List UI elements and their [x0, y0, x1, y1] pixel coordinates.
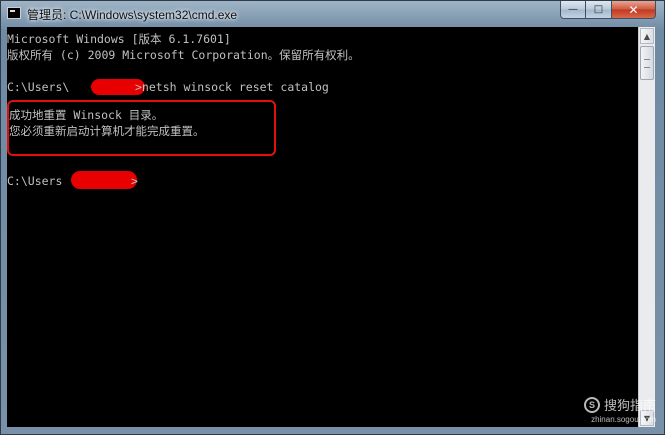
- console-line-copyright: 版权所有 (c) 2009 Microsoft Corporation。保留所有…: [7, 48, 360, 62]
- cmd-app-icon[interactable]: [7, 7, 21, 19]
- redacted-username-2: [71, 171, 137, 189]
- console-output[interactable]: Microsoft Windows [版本 6.1.7601] 版权所有 (c)…: [7, 27, 638, 427]
- console-line-version: Microsoft Windows [版本 6.1.7601]: [7, 32, 231, 46]
- highlight-annotation: [7, 100, 276, 156]
- sogou-watermark: S 搜狗指南 zhinan.sogou.com: [583, 395, 656, 424]
- console-prompt-path: C:\Users\: [7, 80, 70, 94]
- vertical-scrollbar[interactable]: ▲ ▼: [638, 27, 655, 427]
- sogou-logo-icon: S: [583, 396, 600, 413]
- console-command: >netsh winsock reset catalog: [135, 80, 329, 94]
- console-prompt-cursor: >: [131, 174, 138, 188]
- minimize-button[interactable]: —: [560, 1, 586, 19]
- close-button[interactable]: ✕: [612, 1, 656, 19]
- window-title: 管理员: C:\Windows\system32\cmd.exe: [27, 8, 238, 22]
- maximize-button[interactable]: □: [586, 1, 612, 19]
- up-arrow-icon[interactable]: ▲: [640, 28, 654, 44]
- scrollbar-thumb[interactable]: [640, 46, 654, 80]
- title-bar[interactable]: 管理员: C:\Windows\system32\cmd.exe — □ ✕: [1, 1, 664, 27]
- cmd-window: 管理员: C:\Windows\system32\cmd.exe — □ ✕ M…: [0, 0, 665, 435]
- console-prompt-path-2: C:\Users: [7, 174, 63, 188]
- watermark-brand: 搜狗指南: [603, 398, 656, 413]
- window-controls: — □ ✕: [560, 1, 656, 19]
- watermark-url: zhinan.sogou.com: [591, 415, 656, 424]
